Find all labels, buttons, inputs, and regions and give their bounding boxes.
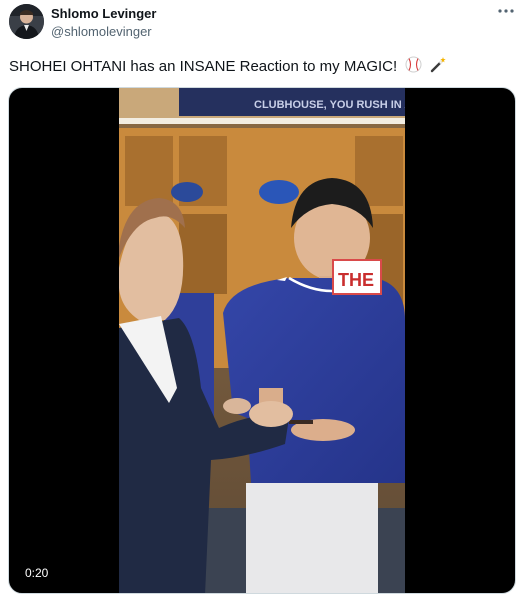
more-horizontal-icon (498, 9, 514, 13)
jersey-tag-text: THE (338, 270, 374, 290)
video-frame: CLUBHOUSE, YOU RUSH IN AN THE (119, 88, 405, 593)
tweet-text: SHOHEI OHTANI has an INSANE Reaction to … (9, 58, 398, 75)
author-avatar[interactable] (9, 4, 44, 39)
tweet-text-row: SHOHEI OHTANI has an INSANE Reaction to … (9, 56, 447, 77)
author-name[interactable]: Shlomo Levinger (51, 6, 156, 21)
author-handle[interactable]: @shlomolevinger (51, 24, 152, 39)
tweet-card: Shlomo Levinger @shlomolevinger SHOHEI O… (0, 0, 528, 602)
magic-wand-icon (430, 56, 447, 77)
video-duration: 0:20 (20, 564, 54, 582)
video-player[interactable]: CLUBHOUSE, YOU RUSH IN AN THE 0:20 (8, 87, 516, 594)
baseball-icon (405, 56, 422, 77)
wall-sign-text: CLUBHOUSE, YOU RUSH IN AN (254, 99, 405, 111)
more-options-button[interactable] (494, 2, 518, 20)
